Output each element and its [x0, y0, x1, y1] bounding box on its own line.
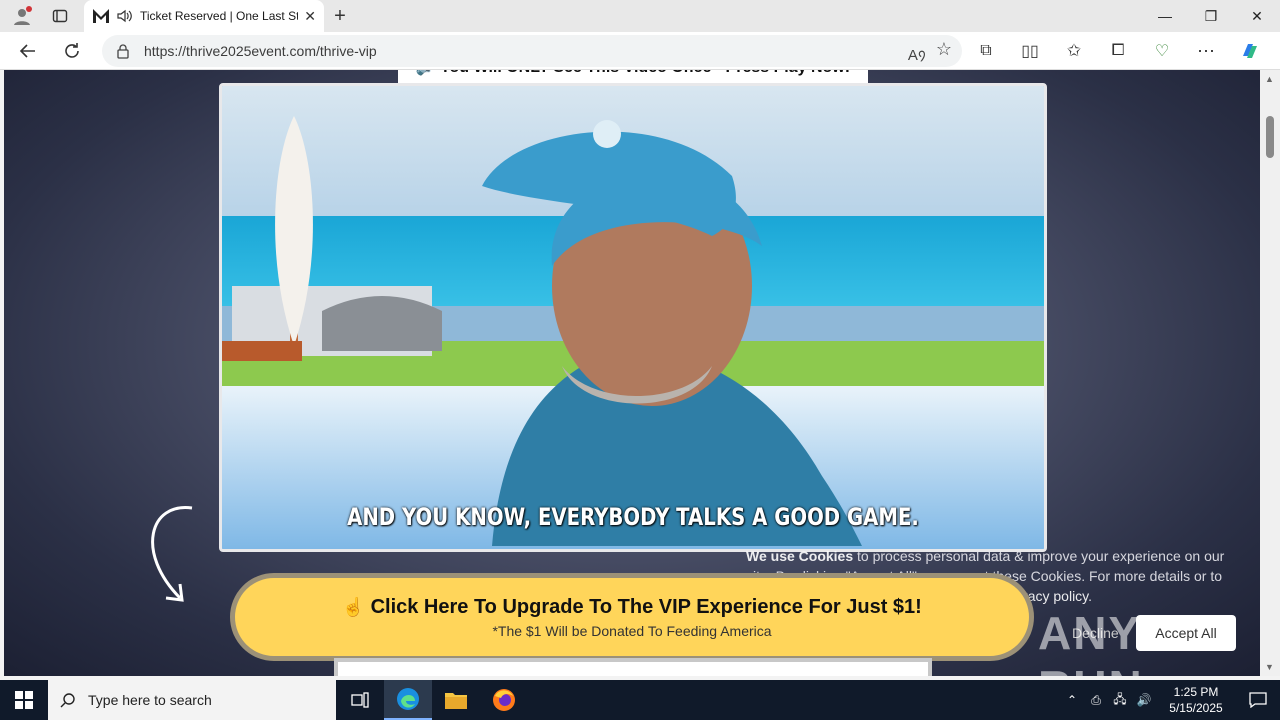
browser-essentials-button[interactable]: ♡	[1140, 33, 1184, 69]
favorite-star-icon[interactable]: ☆	[936, 39, 952, 65]
extensions-button[interactable]: ⧉	[964, 33, 1008, 69]
file-explorer-taskbar-app[interactable]	[432, 680, 480, 720]
split-screen-button[interactable]: ▯▯	[1008, 33, 1052, 69]
page-scrollbar[interactable]: ▲ ▼	[1260, 70, 1280, 676]
volume-icon[interactable]: 🔊	[1132, 680, 1156, 720]
video-caption: AND YOU KNOW, EVERYBODY TALKS A GOOD GAM…	[347, 503, 919, 531]
search-icon	[60, 693, 75, 708]
audio-playing-icon[interactable]	[116, 8, 134, 24]
read-aloud-icon[interactable]: A᠀	[908, 39, 926, 65]
profile-button[interactable]	[0, 0, 44, 32]
upgrade-vip-button[interactable]: ☝ Click Here To Upgrade To The VIP Exper…	[230, 573, 1034, 661]
cookie-end: .	[1088, 588, 1093, 604]
tab-title: Ticket Reserved | One Last St	[140, 9, 299, 23]
collections-icon: ⧠	[1111, 42, 1125, 59]
url-text: https://thrive2025event.com/thrive-vip	[144, 43, 377, 59]
cookie-title: We use Cookies	[746, 548, 854, 564]
search-placeholder: Type here to search	[88, 692, 212, 708]
top-banner-strip: 🔊 You Will ONLY See This Video Once - Pr…	[398, 70, 868, 84]
restore-button[interactable]: ❐	[1188, 0, 1234, 32]
minimize-button[interactable]: —	[1142, 0, 1188, 32]
page-viewport: 🔊 You Will ONLY See This Video Once - Pr…	[4, 70, 1260, 676]
new-tab-button[interactable]: +	[328, 4, 352, 28]
tab-actions-icon	[52, 9, 68, 23]
window-controls: — ❐ ✕	[1142, 0, 1280, 32]
firefox-icon	[493, 689, 515, 711]
refresh-icon	[65, 42, 79, 58]
settings-menu-button[interactable]: ⋯	[1184, 33, 1228, 69]
copilot-icon	[1243, 44, 1257, 58]
puzzle-icon: ⧉	[980, 42, 992, 59]
close-window-button[interactable]: ✕	[1234, 0, 1280, 32]
cta-sub-label: *The $1 Will be Donated To Feeding Ameri…	[492, 622, 772, 639]
network-icon[interactable]: 🖧	[1108, 680, 1132, 720]
clock-date: 5/15/2025	[1169, 701, 1223, 715]
edge-taskbar-app[interactable]	[384, 680, 432, 720]
video-frame-image	[222, 86, 1044, 549]
taskbar-clock[interactable]: 1:25 PM 5/15/2025	[1156, 684, 1236, 716]
favorites-icon: ✩	[1066, 41, 1082, 60]
notification-icon	[1249, 692, 1267, 708]
browser-toolbar: https://thrive2025event.com/thrive-vip A…	[0, 32, 1280, 70]
collections-button[interactable]: ⧠	[1096, 33, 1140, 69]
address-bar[interactable]: https://thrive2025event.com/thrive-vip A…	[102, 35, 962, 67]
site-favicon-icon	[93, 9, 109, 23]
tab-bar: Ticket Reserved | One Last St ✕ + — ❐ ✕	[0, 0, 1280, 32]
cursor-click-icon: ☝	[342, 596, 365, 617]
edge-icon	[397, 688, 419, 710]
back-button[interactable]	[10, 33, 46, 69]
toolbar-right: ⧉ ▯▯ ✩ ⧠ ♡ ⋯	[964, 33, 1272, 69]
clock-time: 1:25 PM	[1173, 685, 1219, 699]
scroll-down-icon[interactable]: ▼	[1265, 662, 1274, 672]
back-arrow-icon	[19, 43, 35, 58]
folder-icon	[445, 693, 467, 709]
start-button[interactable]	[0, 680, 48, 720]
show-hidden-icons-icon[interactable]: ⌃	[1060, 680, 1084, 720]
refresh-button[interactable]	[54, 33, 90, 69]
cta-main: ☝ Click Here To Upgrade To The VIP Exper…	[342, 596, 922, 619]
active-tab[interactable]: Ticket Reserved | One Last St ✕	[84, 0, 324, 32]
task-view-icon	[351, 692, 369, 708]
windows-taskbar: Type here to search ⌃ ⎙ 🖧 🔊 1:25 PM 5/15…	[0, 680, 1280, 720]
curved-arrow-icon	[151, 506, 193, 602]
favorites-button[interactable]: ✩	[1052, 33, 1096, 69]
network-device-icon[interactable]: ⎙	[1084, 680, 1108, 720]
video-player[interactable]: AND YOU KNOW, EVERYBODY TALKS A GOOD GAM…	[219, 83, 1047, 552]
more-dots-icon: ⋯	[1197, 40, 1215, 61]
close-tab-icon[interactable]: ✕	[304, 8, 316, 25]
notification-dot	[26, 6, 32, 12]
cta-main-label: Click Here To Upgrade To The VIP Experie…	[370, 595, 922, 618]
notification-center-button[interactable]	[1236, 680, 1280, 720]
lock-icon[interactable]	[116, 43, 130, 59]
scroll-thumb[interactable]	[1266, 116, 1274, 158]
system-tray: ⌃ ⎙ 🖧 🔊 1:25 PM 5/15/2025	[1060, 680, 1280, 720]
heartbeat-icon: ♡	[1154, 43, 1170, 60]
task-view-button[interactable]	[336, 680, 384, 720]
accept-all-cookies-button[interactable]: Accept All	[1136, 615, 1236, 651]
tab-actions-button[interactable]	[44, 0, 76, 32]
firefox-taskbar-app[interactable]	[480, 680, 528, 720]
taskbar-search-box[interactable]: Type here to search	[48, 680, 336, 720]
scroll-up-icon[interactable]: ▲	[1265, 74, 1274, 84]
windows-logo-icon	[15, 691, 33, 709]
bottom-content-card	[334, 658, 932, 676]
split-screen-icon: ▯▯	[1021, 43, 1039, 60]
copilot-button[interactable]	[1228, 33, 1272, 69]
